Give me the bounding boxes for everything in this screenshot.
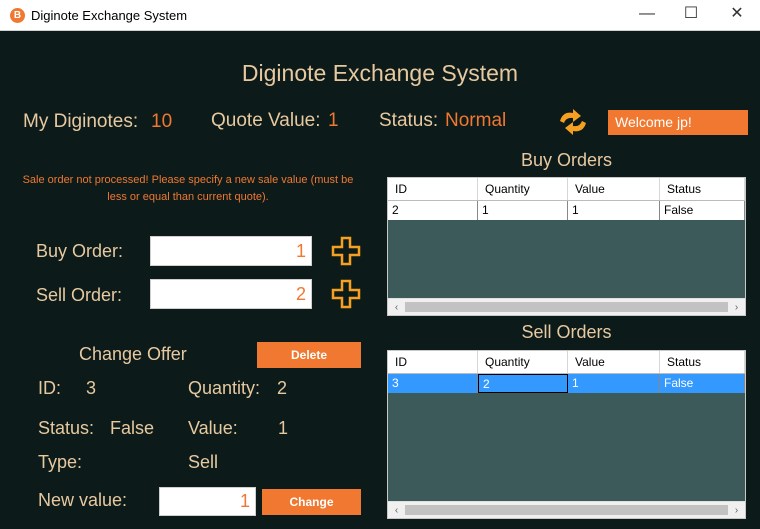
scroll-left-icon[interactable]: ‹: [388, 299, 405, 315]
scroll-right-icon[interactable]: ›: [728, 299, 745, 315]
buy-orders-title: Buy Orders: [520, 150, 613, 170]
close-button[interactable]: ✕: [714, 0, 760, 30]
app-icon: B: [10, 8, 25, 23]
sell-orders-grid[interactable]: ID Quantity Value Status 3 2 1 False ‹ ›: [387, 350, 746, 519]
scrollbar-thumb[interactable]: [405, 302, 728, 312]
change-button[interactable]: Change: [262, 489, 361, 515]
scrollbar-thumb[interactable]: [405, 505, 728, 515]
cell-id[interactable]: 2: [388, 201, 478, 220]
add-sell-order-icon[interactable]: [330, 278, 362, 310]
refresh-arrows-icon[interactable]: [557, 108, 589, 136]
buy-grid-header: ID Quantity Value Status: [388, 178, 745, 201]
sell-orders-title: Sell Orders: [521, 322, 612, 342]
offer-id-label: ID:: [38, 378, 62, 398]
cell-value[interactable]: 1: [568, 201, 660, 220]
new-value-input[interactable]: [159, 487, 256, 516]
offer-type-label: Type:: [38, 452, 83, 472]
change-offer-title: Change Offer: [79, 344, 187, 364]
table-row[interactable]: 2 1 1 False: [388, 201, 745, 220]
delete-button[interactable]: Delete: [257, 342, 361, 368]
buy-order-label: Buy Order:: [36, 241, 124, 261]
offer-id-value: 3: [86, 378, 97, 398]
sell-order-input[interactable]: [150, 279, 312, 309]
cell-quantity[interactable]: 2: [478, 374, 568, 393]
quote-value: 1: [328, 110, 339, 131]
my-diginotes-value: 10: [151, 111, 173, 132]
page-title: Diginote Exchange System: [241, 60, 519, 86]
offer-value-value: 1: [278, 418, 289, 438]
quote-value-label: Quote Value:: [211, 110, 321, 131]
new-value-label: New value:: [38, 490, 128, 510]
scroll-left-icon[interactable]: ‹: [388, 502, 405, 518]
horizontal-scrollbar[interactable]: ‹ ›: [388, 501, 745, 518]
error-message: Sale order not processed! Please specify…: [22, 174, 354, 203]
cell-id[interactable]: 3: [388, 374, 478, 393]
maximize-button[interactable]: ☐: [668, 0, 714, 30]
offer-status-label: Status:: [38, 418, 95, 438]
column-header-id[interactable]: ID: [388, 178, 478, 200]
buy-order-input[interactable]: [150, 236, 312, 266]
offer-quantity-value: 2: [277, 378, 288, 398]
cell-value[interactable]: 1: [568, 374, 660, 393]
status-label: Status:: [379, 110, 439, 131]
column-header-quantity[interactable]: Quantity: [478, 351, 568, 373]
window-title: Diginote Exchange System: [31, 8, 188, 23]
horizontal-scrollbar[interactable]: ‹ ›: [388, 298, 745, 315]
column-header-value[interactable]: Value: [568, 178, 660, 200]
cell-quantity[interactable]: 1: [478, 201, 568, 220]
offer-value-label: Value:: [188, 418, 238, 438]
scroll-right-icon[interactable]: ›: [728, 502, 745, 518]
sell-order-label: Sell Order:: [36, 285, 123, 305]
sell-grid-header: ID Quantity Value Status: [388, 351, 745, 374]
cell-status[interactable]: False: [660, 201, 745, 220]
cell-status[interactable]: False: [660, 374, 745, 393]
buy-orders-grid[interactable]: ID Quantity Value Status 2 1 1 False ‹ ›: [387, 177, 746, 316]
column-header-value[interactable]: Value: [568, 351, 660, 373]
column-header-status[interactable]: Status: [660, 351, 745, 373]
column-header-quantity[interactable]: Quantity: [478, 178, 568, 200]
add-buy-order-icon[interactable]: [330, 235, 362, 267]
welcome-badge: Welcome jp!: [608, 110, 748, 135]
my-diginotes-label: My Diginotes:: [23, 111, 139, 132]
minimize-button[interactable]: —: [624, 0, 670, 30]
column-header-status[interactable]: Status: [660, 178, 745, 200]
window-titlebar: B Diginote Exchange System — ☐ ✕: [0, 0, 760, 31]
offer-type-value: Sell: [188, 452, 219, 472]
offer-status-value: False: [110, 418, 155, 438]
table-row-selected[interactable]: 3 2 1 False: [388, 374, 745, 393]
offer-quantity-label: Quantity:: [188, 378, 261, 398]
column-header-id[interactable]: ID: [388, 351, 478, 373]
status-value: Normal: [445, 110, 507, 131]
